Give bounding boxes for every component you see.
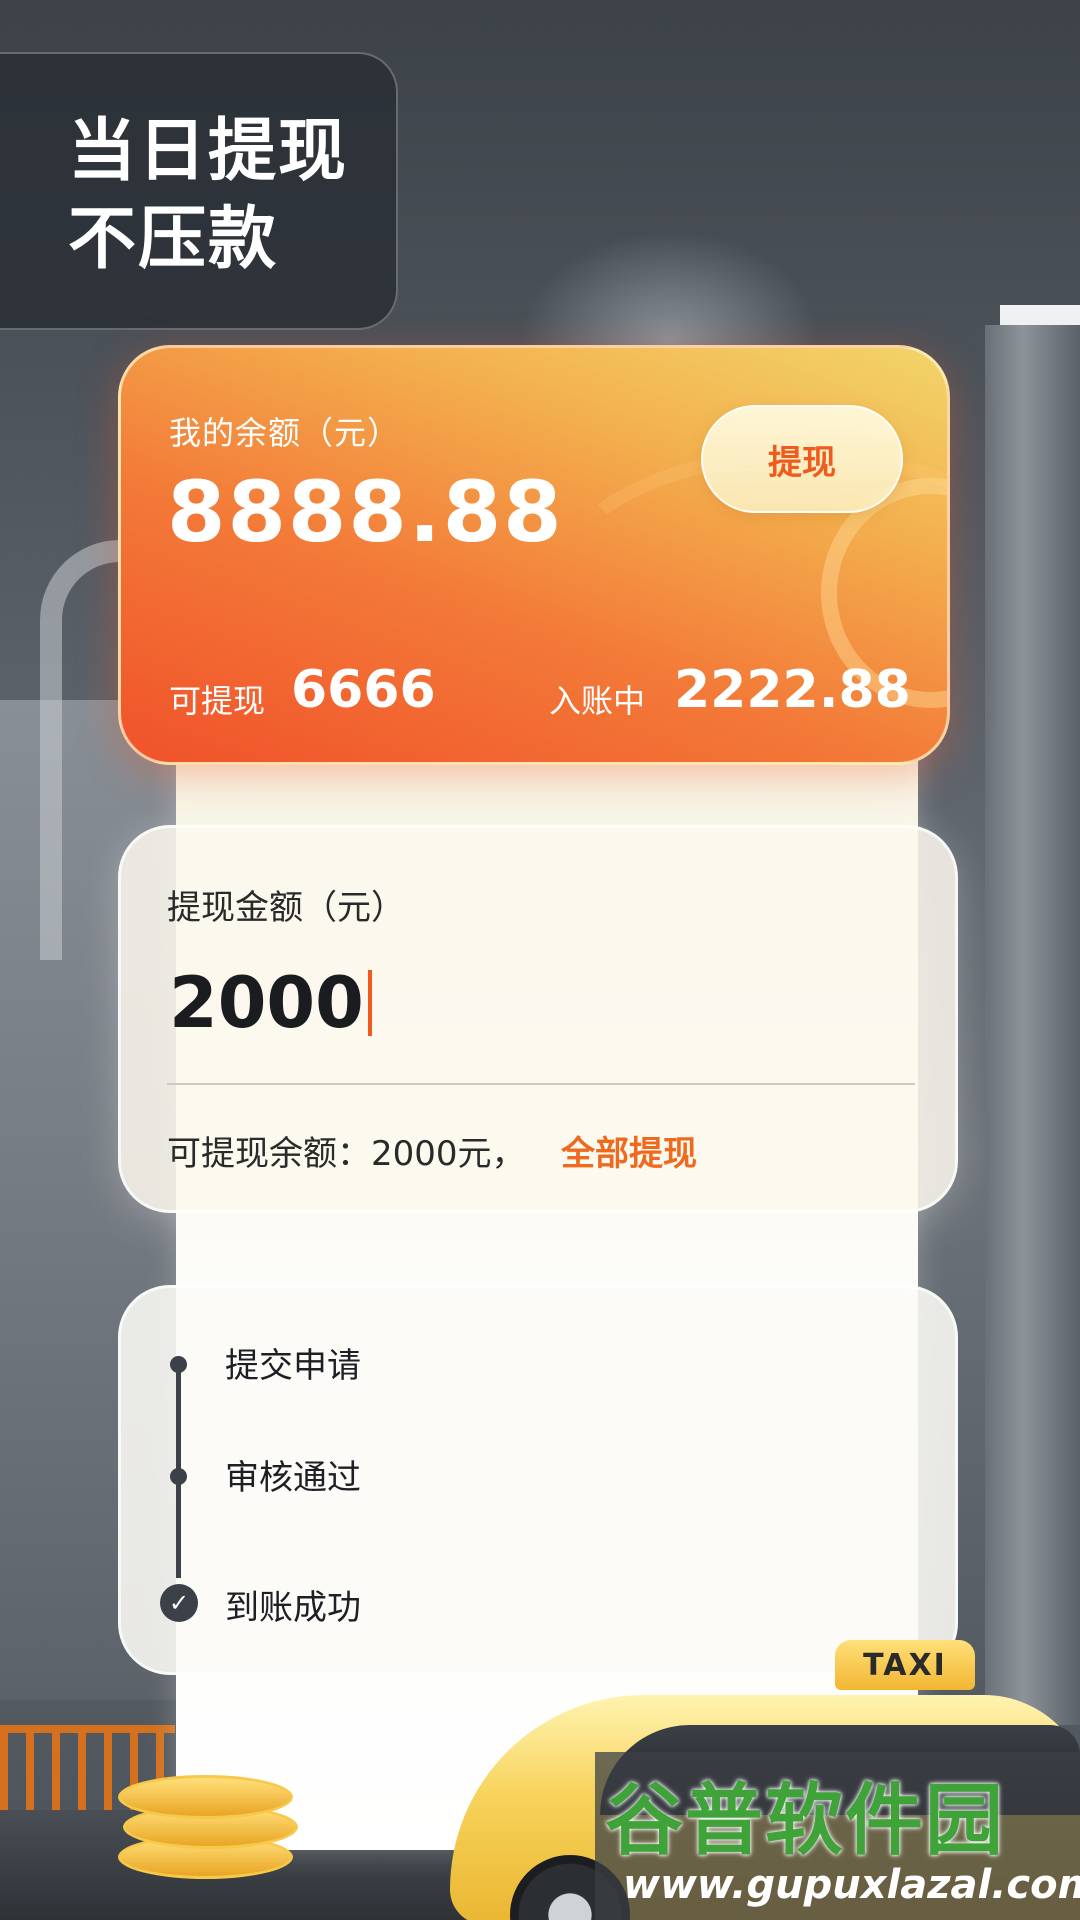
withdraw-amount-card: 提现金额（元） 2000 可提现余额：2000元， 全部提现 [118,825,958,1213]
taxi-sign: TAXI [835,1640,975,1690]
dot-icon [170,1356,187,1373]
headline-line-1: 当日提现 [68,112,349,191]
pending-label: 入账中 [549,682,646,720]
balance-label: 我的余额（元） [169,414,401,452]
available-balance-note: 可提现余额：2000元， [167,1134,526,1174]
background-building-roof [1000,305,1080,325]
withdraw-button[interactable]: 提现 [701,405,903,513]
available-value: 6666 [291,660,436,720]
withdraw-steps-card: 提交申请 审核通过 ✓ 到账成功 [118,1285,958,1675]
check-circle-icon: ✓ [160,1584,198,1622]
available-label: 可提现 [169,682,266,720]
amount-label: 提现金额（元） [167,888,405,928]
watermark-name: 谷普软件园 [605,1776,1006,1866]
coin [118,1775,293,1819]
dot-icon [170,1468,187,1485]
amount-divider [167,1083,915,1085]
coins-illustration [118,1775,303,1885]
step-label: 提交申请 [225,1346,361,1386]
withdraw-all-link[interactable]: 全部提现 [561,1126,697,1175]
step-label: 到账成功 [225,1588,361,1628]
balance-card: 我的余额（元） 8888.88 提现 可提现 6666 入账中 2222.88 [118,345,950,765]
amount-input[interactable]: 2000 [169,953,869,1053]
watermark-url: www.gupuxlazal.com [623,1862,1080,1908]
headline-banner: 当日提现 不压款 [0,52,398,330]
watermark: 谷普软件园 www.gupuxlazal.com [595,1752,1080,1920]
background-building-right [985,325,1080,1725]
text-cursor [367,970,372,1036]
pending-value: 2222.88 [674,660,911,720]
step-label: 审核通过 [225,1458,361,1498]
headline-line-2: 不压款 [68,200,279,279]
amount-input-value[interactable]: 2000 [169,962,364,1044]
balance-value: 8888.88 [167,463,564,561]
